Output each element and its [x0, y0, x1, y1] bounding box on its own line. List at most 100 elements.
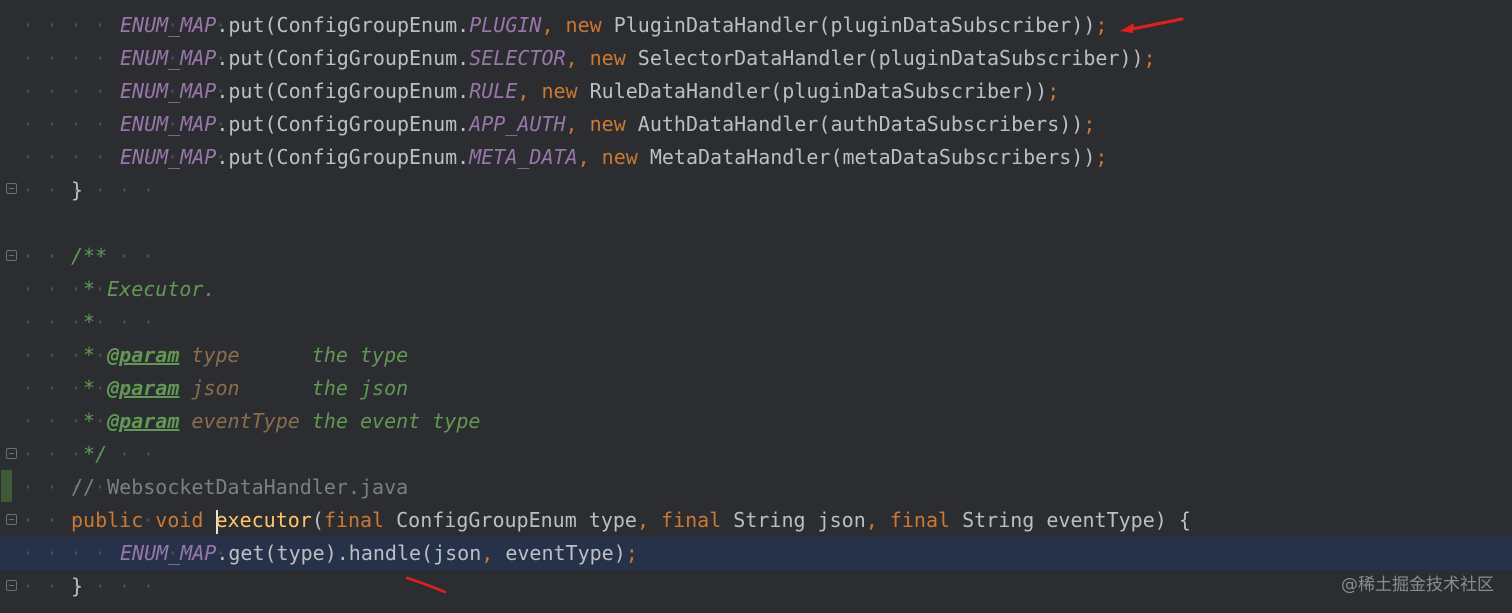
code-text[interactable]: *	[71, 306, 95, 339]
code-token-doc: *	[71, 343, 108, 367]
red-arrow-annotation-icon	[1120, 17, 1184, 33]
code-token-doctag: @param	[107, 376, 180, 400]
code-token-doc: the json	[239, 376, 409, 400]
code-token-doc: /**	[71, 244, 108, 268]
code-token-plain: String json	[733, 508, 866, 532]
code-token-punc: ,	[565, 112, 590, 136]
code-token-field: SELECTOR	[469, 46, 566, 70]
code-text[interactable]: ENUM_MAP.get(type).handle(json, eventTyp…	[120, 537, 638, 570]
code-text[interactable]: }	[71, 570, 83, 603]
code-token-punc: ,	[565, 46, 590, 70]
code-token-doc: * Executor.	[71, 277, 216, 301]
code-text[interactable]: * @param type the type	[71, 339, 408, 372]
code-token-plain: (	[311, 508, 324, 532]
code-token-plain: .put(ConfigGroupEnum.	[216, 145, 470, 169]
code-editor[interactable]: · · · · · · · · · · ENUM_MAP.put(ConfigGr…	[0, 0, 1512, 613]
code-token-kw: final	[661, 508, 734, 532]
code-token-punc: ,	[481, 541, 506, 565]
code-line[interactable]: · · · · · · * @param type the type	[0, 339, 1512, 372]
code-token-field: META_DATA	[469, 145, 578, 169]
code-line[interactable]: · · · · · · * @param eventType the event…	[0, 405, 1512, 438]
code-token-const: ENUM_MAP	[120, 46, 217, 70]
code-text[interactable]: /**	[71, 240, 107, 273]
code-text[interactable]: }	[71, 174, 83, 207]
code-line[interactable]: · · · · · · public void executor(final Co…	[0, 504, 1512, 537]
code-line[interactable]: · · · · · ·/**	[0, 240, 1512, 273]
code-token-punc: ,	[517, 79, 542, 103]
code-token-kw: final	[323, 508, 397, 532]
code-token-kw: new	[565, 13, 614, 37]
code-token-docparam: type	[179, 343, 240, 367]
code-token-plain: ConfigGroupEnum type	[396, 508, 637, 532]
code-token-punc: ;	[625, 541, 638, 565]
code-token-punc: ;	[1095, 145, 1108, 169]
code-token-kw: new	[541, 79, 590, 103]
code-token-plain: .put(ConfigGroupEnum.	[216, 112, 470, 136]
code-line[interactable]: · · · · · · * @param json the json	[0, 372, 1512, 405]
code-token-plain: .put(ConfigGroupEnum.	[216, 13, 470, 37]
code-token-plain: .put(ConfigGroupEnum.	[216, 46, 470, 70]
current-code-line[interactable]: · · · · · · · · · · ENUM_MAP.get(type).ha…	[0, 537, 1512, 570]
code-token-plain: AuthDataHandler(authDataSubscribers))	[637, 112, 1084, 136]
watermark: @稀土掘金技术社区	[1341, 575, 1494, 595]
code-text[interactable]: * @param json the json	[71, 372, 408, 405]
code-token-const: ENUM_MAP	[120, 145, 217, 169]
code-token-const: ENUM_MAP	[120, 541, 217, 565]
code-token-method: executor	[215, 508, 312, 532]
code-token-field: PLUGIN	[469, 13, 542, 37]
code-text[interactable]: ENUM_MAP.put(ConfigGroupEnum.SELECTOR, n…	[120, 42, 1156, 75]
code-token-doc: *	[71, 409, 108, 433]
code-token-punc: ;	[1095, 13, 1108, 37]
code-token-punc: ,	[541, 13, 566, 37]
code-token-plain: MetaDataHandler(metaDataSubscribers))	[649, 145, 1096, 169]
code-text[interactable]: ENUM_MAP.put(ConfigGroupEnum.PLUGIN, new…	[120, 9, 1107, 42]
code-token-plain: eventType)	[505, 541, 626, 565]
code-token-const: ENUM_MAP	[120, 79, 217, 103]
code-token-plain: .put(ConfigGroupEnum.	[216, 79, 470, 103]
code-line[interactable]: · · · · · · *	[0, 306, 1512, 339]
code-token-kw: public void	[71, 508, 216, 532]
code-text[interactable]: */	[71, 438, 107, 471]
code-line[interactable]: · · · · · · · · · · ENUM_MAP.put(ConfigGr…	[0, 9, 1512, 42]
code-text[interactable]: * @param eventType the event type	[71, 405, 480, 438]
code-token-doc: *	[71, 310, 96, 334]
code-token-punc: ,	[865, 508, 890, 532]
code-token-doc: the event type	[299, 409, 481, 433]
code-token-field: APP_AUTH	[469, 112, 566, 136]
code-text[interactable]: ENUM_MAP.put(ConfigGroupEnum.META_DATA, …	[120, 141, 1107, 174]
code-token-doc: the type	[239, 343, 409, 367]
code-token-plain: PluginDataHandler(pluginDataSubscriber))	[613, 13, 1096, 37]
code-token-punc: ;	[1047, 79, 1060, 103]
code-token-plain: RuleDataHandler(pluginDataSubscriber))	[589, 79, 1048, 103]
code-line[interactable]: · · · · · · · · · · ENUM_MAP.put(ConfigGr…	[0, 141, 1512, 174]
code-line[interactable]: · · · · · ·}	[0, 174, 1512, 207]
code-token-plain: }	[71, 178, 84, 202]
code-line[interactable]: · · · · · · · · · · ENUM_MAP.put(ConfigGr…	[0, 75, 1512, 108]
code-text[interactable]: public void executor(final ConfigGroupEn…	[71, 504, 1191, 537]
code-token-kw: final	[889, 508, 963, 532]
code-line[interactable]: · · · · · · * Executor.	[0, 273, 1512, 306]
code-token-doc: *	[71, 376, 108, 400]
code-text[interactable]: * Executor.	[71, 273, 216, 306]
code-token-punc: ;	[1143, 46, 1156, 70]
code-text[interactable]: ENUM_MAP.put(ConfigGroupEnum.APP_AUTH, n…	[120, 108, 1095, 141]
code-text[interactable]: ENUM_MAP.put(ConfigGroupEnum.RULE, new R…	[120, 75, 1059, 108]
code-token-punc: ;	[1083, 112, 1096, 136]
code-token-docparam: eventType	[179, 409, 300, 433]
code-line[interactable]: · · · · · ·// WebsocketDataHandler.java	[0, 471, 1512, 504]
code-token-field: RULE	[469, 79, 518, 103]
code-line[interactable]: · · · · · · · · · · ENUM_MAP.put(ConfigGr…	[0, 108, 1512, 141]
code-token-doctag: @param	[107, 343, 180, 367]
whitespace-indent-guide: · · · · · ·	[22, 178, 155, 202]
code-line[interactable]: · · · · · · · · · · ENUM_MAP.put(ConfigGr…	[0, 42, 1512, 75]
code-line[interactable]: · · · · · · */	[0, 438, 1512, 471]
code-text[interactable]: // WebsocketDataHandler.java	[71, 471, 408, 504]
code-line[interactable]: · · · · · ·}	[0, 570, 1512, 603]
code-token-doc: */	[71, 442, 108, 466]
code-token-plain: SelectorDataHandler(pluginDataSubscriber…	[637, 46, 1144, 70]
code-token-doctag: @param	[107, 409, 180, 433]
red-line-annotation-icon	[405, 576, 447, 594]
code-token-plain: }	[71, 574, 84, 598]
code-line[interactable]	[0, 207, 1512, 240]
code-token-punc: ,	[636, 508, 662, 532]
